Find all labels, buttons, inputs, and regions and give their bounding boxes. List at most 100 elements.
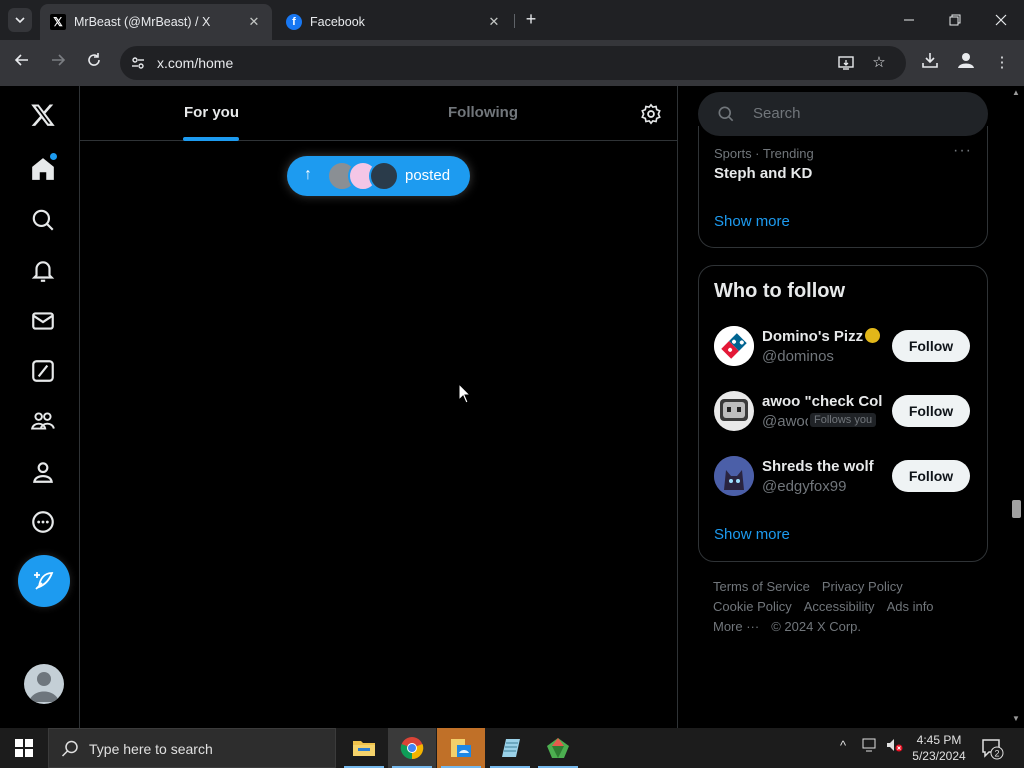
account-avatar[interactable] — [24, 664, 64, 704]
forward-arrow-icon — [52, 54, 66, 66]
timeline-tabs: For you Following — [80, 86, 678, 141]
privacy-link[interactable]: Privacy Policy — [822, 579, 903, 594]
tray-chevron-icon[interactable]: ^ — [840, 738, 846, 753]
compose-post-button[interactable] — [18, 555, 70, 607]
search-icon — [718, 106, 734, 122]
notes-app-taskbar-icon[interactable] — [486, 728, 534, 768]
home-timeline: For you Following ↑ posted — [79, 86, 678, 728]
browser-tab-bar: 𝕏 MrBeast (@MrBeast) / X ✕ f Facebook ✕ … — [0, 0, 1024, 40]
new-posts-pill[interactable]: ↑ posted — [287, 156, 470, 196]
browser-tab-facebook[interactable]: f Facebook ✕ — [276, 4, 512, 40]
who-to-follow-title: Who to follow — [714, 280, 846, 302]
windows-taskbar: Type here to search ^ 4:45 PM 5/23/2024 … — [0, 728, 1024, 768]
notification-count: 2 — [994, 749, 999, 759]
show-more-trends-link[interactable]: Show more — [714, 213, 790, 230]
close-tab-icon[interactable]: ✕ — [246, 14, 262, 30]
start-button[interactable] — [0, 728, 48, 768]
grok-slash-icon[interactable] — [22, 350, 64, 392]
notifications-bell-icon[interactable] — [22, 250, 64, 292]
x-favicon: 𝕏 — [50, 14, 66, 30]
file-manager-taskbar-icon[interactable] — [437, 728, 485, 768]
shreds-avatar[interactable] — [714, 456, 754, 496]
who-to-follow-card: Who to follow Domino's Pizz @dominos Fol… — [698, 265, 988, 562]
tab-for-you[interactable]: For you — [184, 104, 239, 121]
footer-links: Terms of Service Privacy Policy Cookie Po… — [713, 577, 973, 637]
x-page: For you Following ↑ posted Sports · Tren… — [0, 86, 1024, 728]
accessibility-link[interactable]: Accessibility — [804, 599, 875, 614]
action-center-icon[interactable]: 2 — [980, 736, 1004, 760]
cookie-link[interactable]: Cookie Policy — [713, 599, 792, 614]
follow-button[interactable]: Follow — [892, 330, 970, 362]
search-input[interactable]: Search — [698, 92, 988, 136]
trends-card: Sports · Trending Steph and KD ··· Show … — [698, 126, 988, 248]
scroll-up-arrow-icon[interactable]: ▲ — [1012, 88, 1020, 97]
close-icon — [995, 14, 1007, 26]
file-explorer-taskbar-icon[interactable] — [340, 728, 388, 768]
address-bar[interactable]: x.com/home ☆ — [120, 46, 906, 80]
taskbar-search-placeholder: Type here to search — [89, 741, 213, 757]
ads-info-link[interactable]: Ads info — [887, 599, 934, 614]
copyright-text: © 2024 X Corp. — [771, 619, 862, 634]
install-app-icon[interactable] — [838, 54, 856, 72]
browser-tab-x[interactable]: 𝕏 MrBeast (@MrBeast) / X ✕ — [40, 4, 272, 40]
follow-button[interactable]: Follow — [892, 460, 970, 492]
mouse-cursor-icon — [458, 383, 472, 404]
close-window-button[interactable] — [978, 0, 1024, 40]
clock-date: 5/23/2024 — [912, 749, 966, 763]
account-name: Domino's Pizz — [762, 328, 882, 345]
follow-suggestion-row[interactable]: Shreds the wolf @edgyfox99 Follow — [714, 456, 974, 498]
trend-title[interactable]: Steph and KD — [714, 165, 812, 182]
show-more-follow-link[interactable]: Show more — [714, 526, 790, 543]
follow-suggestion-row[interactable]: awoo "check Col @awoo Follows you Follow — [714, 391, 974, 433]
awoo-avatar[interactable] — [714, 391, 754, 431]
more-link[interactable]: More ··· — [713, 619, 759, 634]
forward-button[interactable] — [46, 51, 70, 75]
facebook-favicon: f — [286, 14, 302, 30]
poster-avatar — [369, 161, 399, 191]
close-tab-icon[interactable]: ✕ — [486, 14, 502, 30]
network-icon[interactable] — [862, 738, 878, 755]
downloads-icon[interactable] — [918, 51, 942, 75]
back-button[interactable] — [10, 51, 34, 75]
messages-envelope-icon[interactable] — [22, 300, 64, 342]
explore-search-icon[interactable] — [22, 199, 64, 241]
taskbar-search-input[interactable]: Type here to search — [48, 728, 336, 768]
volume-muted-icon[interactable] — [886, 738, 904, 755]
left-navigation — [0, 86, 79, 728]
new-content-dot — [50, 153, 57, 160]
more-options-icon[interactable] — [22, 501, 64, 543]
profile-icon[interactable] — [954, 51, 978, 75]
verified-badge-icon — [865, 328, 881, 343]
dominos-avatar[interactable] — [714, 326, 754, 366]
tab-search-button[interactable] — [8, 8, 32, 32]
account-handle: @dominos — [762, 348, 834, 365]
search-placeholder: Search — [753, 105, 801, 122]
profile-person-icon[interactable] — [22, 451, 64, 493]
home-icon[interactable] — [22, 148, 64, 190]
follows-you-badge: Follows you — [810, 413, 877, 427]
scroll-down-arrow-icon[interactable]: ▼ — [1012, 714, 1020, 723]
new-tab-button[interactable]: + — [520, 8, 542, 32]
chrome-taskbar-icon[interactable] — [388, 728, 436, 768]
follow-suggestion-row[interactable]: Domino's Pizz @dominos Follow — [714, 326, 974, 368]
tab-title: MrBeast (@MrBeast) / X — [74, 15, 211, 29]
timeline-settings-gear-icon[interactable] — [640, 103, 662, 125]
minimize-button[interactable] — [886, 0, 932, 40]
follow-button[interactable]: Follow — [892, 395, 970, 427]
page-scrollbar[interactable]: ▲ ▼ — [1008, 86, 1024, 728]
restore-button[interactable] — [932, 0, 978, 40]
browser-menu-icon[interactable]: ⋮ — [990, 51, 1014, 75]
x-logo-icon[interactable] — [22, 94, 64, 136]
communities-icon[interactable] — [22, 400, 64, 442]
terms-link[interactable]: Terms of Service — [713, 579, 810, 594]
tab-following[interactable]: Following — [448, 104, 518, 121]
trend-more-icon[interactable]: ··· — [953, 142, 972, 160]
bookmark-star-icon[interactable]: ☆ — [870, 54, 888, 72]
taskbar-clock[interactable]: 4:45 PM 5/23/2024 — [908, 732, 970, 764]
right-sidebar: Sports · Trending Steph and KD ··· Show … — [679, 86, 1024, 728]
url-text[interactable]: x.com/home — [157, 55, 233, 71]
gem-app-taskbar-icon[interactable] — [534, 728, 582, 768]
site-info-icon[interactable] — [130, 55, 146, 71]
reload-button[interactable] — [82, 51, 106, 75]
scroll-thumb[interactable] — [1012, 500, 1021, 518]
